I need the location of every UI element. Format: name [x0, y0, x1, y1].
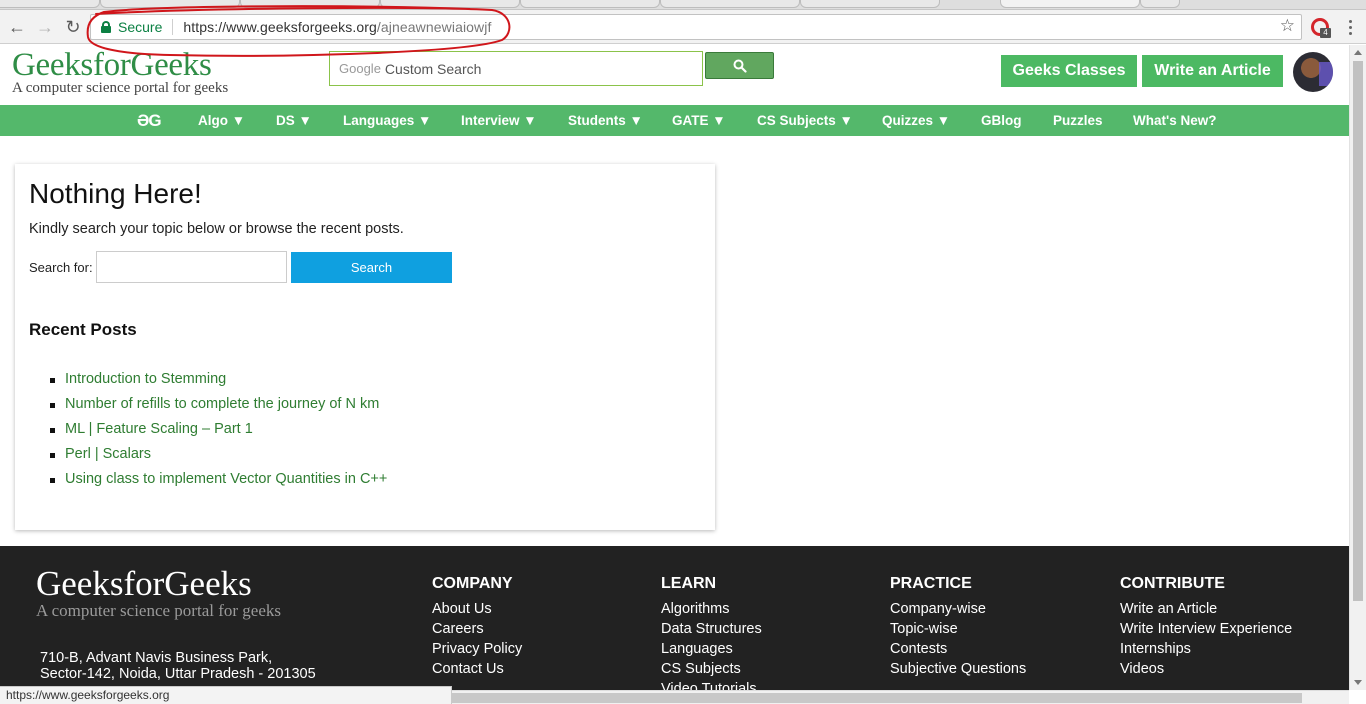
browser-tab-strip	[0, 0, 1366, 10]
site-footer: GeeksforGeeks A computer science portal …	[0, 546, 1349, 690]
footer-column-title: PRACTICE	[890, 575, 972, 592]
footer-link-topic-wise[interactable]: Topic-wise	[890, 619, 1026, 639]
address-bar[interactable]: Secure https://www.geeksforgeeks.org/ajn…	[90, 14, 1302, 40]
site-search-button[interactable]: Search	[291, 252, 452, 283]
geeks-classes-button[interactable]: Geeks Classes	[1001, 55, 1137, 87]
secure-indicator[interactable]: Secure	[91, 19, 174, 35]
footer-column-practice: PRACTICE Company-wise Topic-wise Contest…	[890, 575, 1026, 679]
user-avatar[interactable]	[1293, 52, 1333, 92]
url-path: /ajneawnewiaiowjf	[376, 19, 492, 35]
bookmark-star-icon[interactable]: ☆	[1280, 16, 1295, 36]
browser-toolbar: ← → ↻ Secure https://www.geeksforgeeks.o…	[0, 10, 1366, 44]
footer-link-video-tutorials[interactable]: Video Tutorials	[661, 679, 762, 690]
footer-link-subjective-questions[interactable]: Subjective Questions	[890, 659, 1026, 679]
scroll-down-arrow-icon[interactable]	[1354, 680, 1362, 685]
footer-column-title: CONTRIBUTE	[1120, 575, 1225, 592]
footer-column-title: COMPANY	[432, 575, 513, 592]
recent-post-link[interactable]: ML | Feature Scaling – Part 1	[29, 417, 387, 442]
footer-link-cs-subjects[interactable]: CS Subjects	[661, 659, 762, 679]
search-icon	[733, 59, 747, 73]
google-search-brand: Google	[339, 61, 381, 76]
scroll-up-arrow-icon[interactable]	[1354, 50, 1362, 55]
nav-item-ds[interactable]: DS ▼	[276, 105, 312, 136]
footer-link-company-wise[interactable]: Company-wise	[890, 599, 1026, 619]
browser-tab[interactable]	[660, 0, 800, 8]
main-navigation: ƏG Algo ▼ DS ▼ Languages ▼ Interview ▼ S…	[0, 105, 1349, 136]
address-line: Sector-142, Noida, Uttar Pradesh - 20130…	[40, 666, 316, 682]
forward-arrow-icon[interactable]: →	[32, 14, 58, 40]
browser-tab-active[interactable]	[1000, 0, 1140, 8]
nav-home-logo[interactable]: ƏG	[137, 105, 162, 136]
url-text[interactable]: https://www.geeksforgeeks.org/ajneawnewi…	[173, 19, 491, 35]
browser-tab[interactable]	[240, 0, 380, 8]
browser-tab[interactable]	[100, 0, 240, 8]
nav-item-languages[interactable]: Languages ▼	[343, 105, 431, 136]
nav-item-students[interactable]: Students ▼	[568, 105, 643, 136]
footer-column-title: LEARN	[661, 575, 717, 592]
nav-item-quizzes[interactable]: Quizzes ▼	[882, 105, 950, 136]
search-for-label: Search for:	[29, 260, 93, 275]
not-found-card: Nothing Here! Kindly search your topic b…	[15, 164, 715, 530]
recent-post-link[interactable]: Using class to implement Vector Quantiti…	[29, 467, 387, 492]
status-bar-url: https://www.geeksforgeeks.org	[0, 686, 452, 704]
extension-badge: 4	[1320, 28, 1331, 38]
back-arrow-icon[interactable]: ←	[4, 14, 30, 40]
nav-item-gate[interactable]: GATE ▼	[672, 105, 726, 136]
recent-post-link[interactable]: Number of refills to complete the journe…	[29, 392, 387, 417]
horizontal-scroll-thumb[interactable]	[450, 693, 1302, 703]
page-title: Nothing Here!	[29, 178, 202, 209]
recent-post-link[interactable]: Perl | Scalars	[29, 442, 387, 467]
footer-link-algorithms[interactable]: Algorithms	[661, 599, 762, 619]
url-base: https://www.geeksforgeeks.org	[183, 19, 377, 35]
lead-text: Kindly search your topic below or browse…	[29, 221, 404, 237]
nav-item-puzzles[interactable]: Puzzles	[1053, 105, 1103, 136]
custom-search-input[interactable]: Google Custom Search	[329, 51, 703, 86]
address-line: 710-B, Advant Navis Business Park,	[40, 650, 273, 666]
footer-column-contribute: CONTRIBUTE Write an Article Write Interv…	[1120, 575, 1292, 679]
footer-link-write-interview-experience[interactable]: Write Interview Experience	[1120, 619, 1292, 639]
footer-column-learn: LEARN Algorithms Data Structures Languag…	[661, 575, 762, 690]
new-tab-button[interactable]	[1140, 0, 1180, 8]
recent-posts-list: Introduction to Stemming Number of refil…	[29, 367, 387, 492]
logo-tagline: A computer science portal for geeks	[12, 80, 229, 96]
lock-icon	[101, 21, 111, 33]
browser-tab[interactable]	[380, 0, 520, 8]
footer-link-about-us[interactable]: About Us	[432, 599, 522, 619]
nav-item-cs-subjects[interactable]: CS Subjects ▼	[757, 105, 853, 136]
nav-item-gblog[interactable]: GBlog	[981, 105, 1022, 136]
write-article-button[interactable]: Write an Article	[1142, 55, 1283, 87]
footer-link-contact-us[interactable]: Contact Us	[432, 659, 522, 679]
browser-tab[interactable]	[800, 0, 940, 8]
footer-logo-tagline: A computer science portal for geeks	[36, 601, 281, 620]
logo-title: GeeksforGeeks	[12, 47, 212, 83]
footer-address: 710-B, Advant Navis Business Park, Secto…	[40, 650, 316, 682]
search-button[interactable]	[705, 52, 774, 79]
footer-logo[interactable]: GeeksforGeeks A computer science portal …	[36, 566, 281, 620]
footer-link-languages[interactable]: Languages	[661, 639, 762, 659]
footer-link-careers[interactable]: Careers	[432, 619, 522, 639]
footer-link-videos[interactable]: Videos	[1120, 659, 1292, 679]
footer-link-contests[interactable]: Contests	[890, 639, 1026, 659]
browser-menu-icon[interactable]	[1343, 15, 1357, 39]
footer-link-privacy-policy[interactable]: Privacy Policy	[432, 639, 522, 659]
site-search-input[interactable]	[96, 251, 287, 283]
vertical-scrollbar[interactable]	[1349, 45, 1366, 690]
footer-logo-title: GeeksforGeeks	[36, 564, 252, 603]
vertical-scroll-thumb[interactable]	[1353, 61, 1363, 601]
footer-link-internships[interactable]: Internships	[1120, 639, 1292, 659]
nav-item-whats-new[interactable]: What's New?	[1133, 105, 1216, 136]
footer-column-company: COMPANY About Us Careers Privacy Policy …	[432, 575, 522, 679]
recent-posts-heading: Recent Posts	[29, 320, 137, 339]
search-placeholder: Custom Search	[384, 60, 482, 77]
nav-item-interview[interactable]: Interview ▼	[461, 105, 537, 136]
nav-item-algo[interactable]: Algo ▼	[198, 105, 245, 136]
secure-label: Secure	[118, 19, 163, 35]
site-logo[interactable]: GeeksforGeeks A computer science portal …	[12, 48, 228, 96]
reload-icon[interactable]: ↻	[60, 14, 86, 40]
footer-link-write-article[interactable]: Write an Article	[1120, 599, 1292, 619]
browser-tab[interactable]	[520, 0, 660, 8]
footer-link-data-structures[interactable]: Data Structures	[661, 619, 762, 639]
recent-post-link[interactable]: Introduction to Stemming	[29, 367, 387, 392]
browser-tab[interactable]	[0, 0, 100, 8]
